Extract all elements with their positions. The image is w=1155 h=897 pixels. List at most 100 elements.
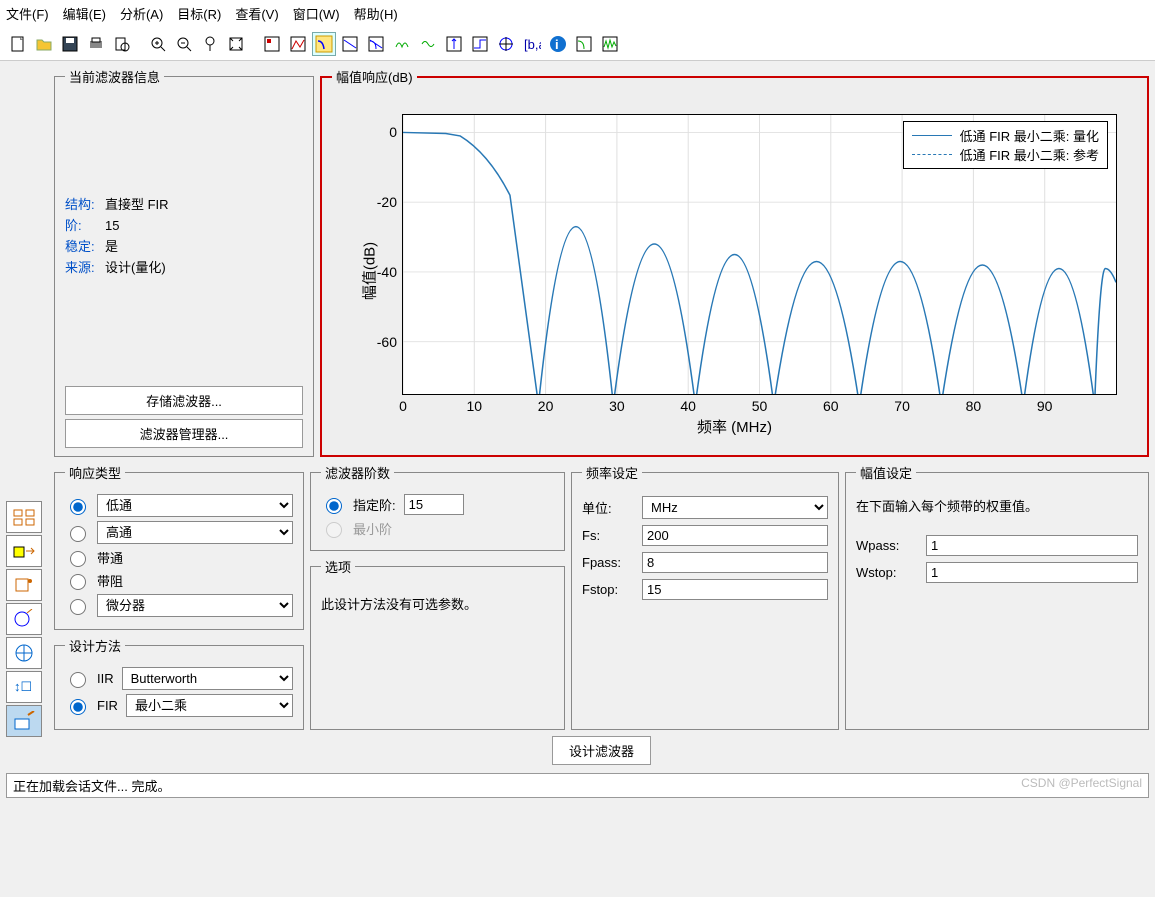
iir-label: IIR [97,671,114,686]
menu-help[interactable]: 帮助(H) [354,4,398,23]
wstop-input[interactable] [926,562,1138,583]
menu-edit[interactable]: 编辑(E) [63,4,106,23]
fs-input[interactable] [642,525,828,546]
diff-radio[interactable] [70,599,86,615]
group-delay-icon[interactable] [390,32,414,56]
bandpass-label: 带通 [97,548,293,567]
xtick-1: 10 [467,394,483,414]
menu-analysis[interactable]: 分析(A) [120,4,163,23]
open-icon[interactable] [32,32,56,56]
wpass-label: Wpass: [856,538,916,553]
store-filter-button[interactable]: 存储滤波器... [65,386,303,415]
step-icon[interactable] [468,32,492,56]
menu-file[interactable]: 文件(F) [6,4,49,23]
side-realize-icon[interactable] [6,569,42,601]
zoom-y-icon[interactable] [198,32,222,56]
filter-info-panel: 当前滤波器信息 结构:直接型 FIR 阶:15 稳定:是 来源:设计(量化) 存… [54,67,314,457]
info-order-label: 阶: [65,215,105,234]
fstop-label: Fstop: [582,582,632,597]
phase-delay-icon[interactable] [416,32,440,56]
magnitude-response-panel: 幅值响应(dB) 幅值(dB) 频率 (MHz) 0 -20 -40 -60 [320,67,1149,457]
lowpass-select[interactable]: 低通 [97,494,293,517]
unit-label: 单位: [582,498,632,517]
diff-select[interactable]: 微分器 [97,594,293,617]
specify-order-label: 指定阶: [353,495,396,514]
zoom-out-icon[interactable] [172,32,196,56]
menu-view[interactable]: 查看(V) [235,4,278,23]
polezero-icon[interactable] [494,32,518,56]
side-design-icon[interactable] [6,705,42,737]
status-text: 正在加载会话文件... 完成。 [13,776,170,795]
iir-radio[interactable] [70,672,86,688]
xtick-3: 30 [609,394,625,414]
highpass-radio[interactable] [70,526,86,542]
save-icon[interactable] [58,32,82,56]
new-icon[interactable] [6,32,30,56]
iir-select[interactable]: Butterworth [122,667,293,690]
min-order-label: 最小阶 [353,519,392,538]
side-structure-icon[interactable] [6,501,42,533]
ytick-1: -20 [377,194,403,210]
xtick-7: 70 [894,394,910,414]
xtick-2: 20 [538,394,554,414]
specify-order-radio[interactable] [326,498,342,514]
fs-label: Fs: [582,528,632,543]
fstop-input[interactable] [642,579,828,600]
filter-manager-button[interactable]: 滤波器管理器... [65,419,303,448]
fullview-icon[interactable] [224,32,248,56]
info-stable-label: 稳定: [65,236,105,255]
menu-target[interactable]: 目标(R) [177,4,221,23]
wstop-label: Wstop: [856,565,916,580]
info-source-value: 设计(量化) [105,260,166,275]
info-order-value: 15 [105,218,119,233]
spec-icon[interactable] [260,32,284,56]
plot-title: 幅值响应(dB) [332,67,417,86]
phase-resp-icon[interactable] [338,32,362,56]
order-input[interactable] [404,494,464,515]
unit-select[interactable]: MHz [642,496,828,519]
mag-resp-icon[interactable] [312,32,336,56]
svg-text:↕☐: ↕☐ [14,679,32,694]
magphase-icon[interactable] [364,32,388,56]
coeffs-icon[interactable]: [b,a] [520,32,544,56]
ytick-3: -60 [377,334,403,350]
mag-mask-icon[interactable] [286,32,310,56]
filter-order-title: 滤波器阶数 [321,463,394,482]
info-stable-value: 是 [105,239,118,254]
info-icon[interactable]: i [546,32,570,56]
side-polezero-edit-icon[interactable] [6,603,42,635]
side-multirate-icon[interactable]: ↕☐ [6,671,42,703]
filter-order-panel: 滤波器阶数 指定阶: 最小阶 [310,463,565,551]
design-filter-button[interactable]: 设计滤波器 [552,736,651,765]
fir-label: FIR [97,698,118,713]
print-icon[interactable] [84,32,108,56]
plot-xlabel: 频率 (MHz) [697,416,772,437]
fir-radio[interactable] [70,699,86,715]
options-title: 选项 [321,557,355,576]
design-method-panel: 设计方法 IIR Butterworth FIR 最小二乘 [54,636,304,730]
bandpass-radio[interactable] [70,551,86,567]
menu-window[interactable]: 窗口(W) [293,4,340,23]
bandstop-radio[interactable] [70,574,86,590]
fir-select[interactable]: 最小二乘 [126,694,293,717]
magnitude-msg: 在下面输入每个频带的权重值。 [856,490,1138,529]
options-panel: 选项 此设计方法没有可选参数。 [310,557,565,730]
watermark: CSDN @PerfectSignal [1021,776,1142,795]
design-method-title: 设计方法 [65,636,125,655]
svg-text:i: i [555,37,559,52]
lowpass-radio[interactable] [70,499,86,515]
print-preview-icon[interactable] [110,32,134,56]
menubar: 文件(F) 编辑(E) 分析(A) 目标(R) 查看(V) 窗口(W) 帮助(H… [0,0,1155,28]
options-message: 此设计方法没有可选参数。 [321,584,554,623]
side-export-icon[interactable] [6,535,42,567]
zoom-in-icon[interactable] [146,32,170,56]
fpass-input[interactable] [642,552,828,573]
resp-noise-icon[interactable] [598,32,622,56]
roundoff-icon[interactable] [572,32,596,56]
side-toolbar: ↕☐ [0,61,48,773]
highpass-select[interactable]: 高通 [97,521,293,544]
frequency-spec-title: 频率设定 [582,463,642,482]
side-quantize-icon[interactable] [6,637,42,669]
wpass-input[interactable] [926,535,1138,556]
impulse-icon[interactable] [442,32,466,56]
